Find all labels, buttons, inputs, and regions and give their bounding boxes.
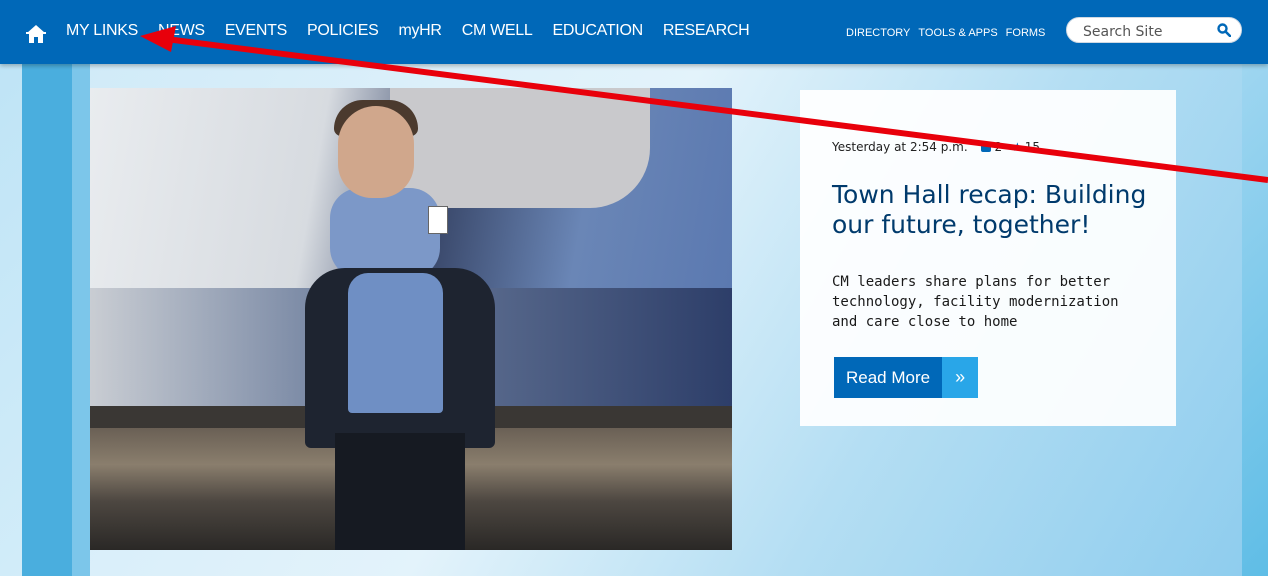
post-timestamp: Yesterday at 2:54 p.m.	[832, 140, 968, 154]
double-chevron-right-icon: »	[942, 357, 979, 398]
search-box	[1066, 17, 1242, 43]
star-icon: ★	[1011, 140, 1023, 154]
main-menu: MY LINKS NEWS EVENTS POLICIES myHR CM WE…	[66, 22, 769, 40]
nav-item-forms[interactable]: FORMS	[1006, 27, 1046, 39]
read-more-button[interactable]: Read More »	[834, 357, 979, 398]
feature-video[interactable]	[90, 88, 732, 550]
speaker-badge	[428, 206, 448, 234]
post-meta: Yesterday at 2:54 p.m. 2 ★ 15	[832, 140, 1040, 154]
news-title[interactable]: Town Hall recap: Building our future, to…	[832, 180, 1162, 240]
nav-item-events[interactable]: EVENTS	[225, 22, 288, 40]
read-more-label: Read More	[834, 357, 943, 398]
speaker-head	[338, 106, 414, 198]
comment-icon	[981, 143, 992, 152]
speaker-legs	[335, 433, 465, 550]
utility-menu: DIRECTORY TOOLS & APPS FORMS	[846, 27, 1053, 39]
news-card: Yesterday at 2:54 p.m. 2 ★ 15 Town Hall r…	[800, 90, 1176, 426]
nav-item-directory[interactable]: DIRECTORY	[846, 27, 910, 39]
speaker-hood	[330, 188, 440, 278]
nav-item-policies[interactable]: POLICIES	[307, 22, 379, 40]
search-input[interactable]	[1081, 22, 1215, 42]
comment-count: 2	[994, 140, 1003, 154]
nav-item-news[interactable]: NEWS	[158, 22, 205, 40]
nav-item-my-links[interactable]: MY LINKS	[66, 22, 138, 40]
nav-item-research[interactable]: RESEARCH	[663, 22, 750, 40]
news-description: CM leaders share plans for better techno…	[832, 274, 1119, 330]
decorative-stripe	[22, 64, 72, 576]
home-icon[interactable]	[26, 24, 46, 44]
speaker-shirt	[348, 273, 443, 413]
nav-item-education[interactable]: EDUCATION	[553, 22, 644, 40]
video-backdrop-sleeve	[390, 88, 650, 208]
nav-item-cm-well[interactable]: CM WELL	[462, 22, 533, 40]
star-count: 15	[1024, 140, 1040, 154]
decorative-stripe-inner	[72, 64, 90, 576]
nav-item-myhr[interactable]: myHR	[398, 22, 442, 40]
magnifier-icon[interactable]	[1217, 23, 1231, 37]
top-navigation: MY LINKS NEWS EVENTS POLICIES myHR CM WE…	[0, 0, 1268, 64]
nav-item-tools-apps[interactable]: TOOLS & APPS	[918, 27, 997, 39]
